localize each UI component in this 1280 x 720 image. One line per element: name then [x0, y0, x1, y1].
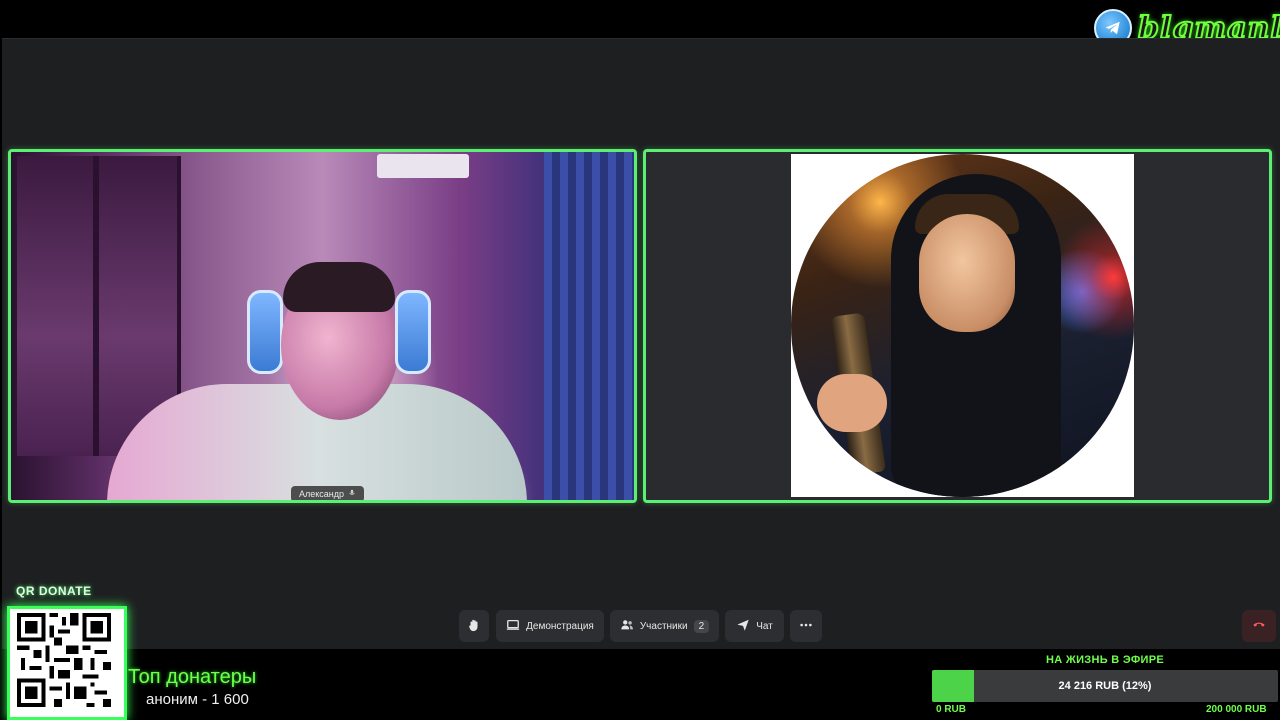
- participants-count-badge: 2: [693, 619, 710, 633]
- video-tile-alexander[interactable]: Александр: [8, 149, 637, 503]
- screen-share-button[interactable]: Демонстрация: [496, 610, 604, 642]
- hand-icon: [467, 618, 481, 635]
- donation-goal-title: НА ЖИЗНЬ В ЭФИРЕ: [1046, 654, 1165, 666]
- qr-donate-title: QR DONATE: [16, 584, 92, 598]
- microphone-icon: [348, 486, 356, 500]
- donation-goal-min-label: 0 RUB: [936, 704, 967, 715]
- chat-label: Чат: [756, 620, 773, 632]
- donation-goal-max-label: 200 000 RUB: [1206, 704, 1267, 715]
- more-options-button[interactable]: [790, 610, 822, 642]
- top-donor-entry: аноним - 1 600: [146, 691, 249, 708]
- chat-button[interactable]: Чат: [725, 610, 784, 642]
- participants-icon: [620, 618, 634, 635]
- phone-hangup-icon: [1252, 617, 1266, 636]
- avatar-image-frame: [791, 154, 1134, 497]
- send-arrow-icon: [736, 618, 750, 635]
- call-control-bar: Демонстрация Участники 2 Чат: [2, 610, 1280, 642]
- background-air-conditioner: [377, 154, 469, 178]
- participants-button[interactable]: Участники 2: [610, 610, 719, 642]
- end-call-button[interactable]: [1242, 610, 1276, 642]
- top-donors-title: Топ донатеры: [128, 666, 257, 688]
- screen-share-icon: [506, 618, 520, 635]
- donation-goal-progress-bar: 24 216 RUB (12%): [932, 670, 1278, 702]
- avatar-hand: [817, 374, 887, 432]
- donation-goal-progress-text: 24 216 RUB (12%): [1058, 680, 1152, 692]
- headphone-right: [395, 290, 431, 374]
- participant-hair: [283, 262, 395, 312]
- more-dots-icon: [799, 618, 813, 635]
- participants-label: Участники: [639, 620, 688, 632]
- participant-name-tag: Александр: [291, 486, 365, 500]
- avatar-face: [919, 214, 1015, 332]
- avatar: [791, 154, 1134, 497]
- screen-share-label: Демонстрация: [526, 620, 594, 632]
- call-stage: Александр Демонстрация Участники 2 Чат: [2, 38, 1280, 649]
- headphone-left: [247, 290, 283, 374]
- qr-code[interactable]: [7, 606, 127, 720]
- background-curtain: [544, 152, 634, 500]
- participant-name: Александр: [299, 489, 345, 499]
- raise-hand-button[interactable]: [459, 610, 489, 642]
- video-tile-avatar[interactable]: [643, 149, 1272, 503]
